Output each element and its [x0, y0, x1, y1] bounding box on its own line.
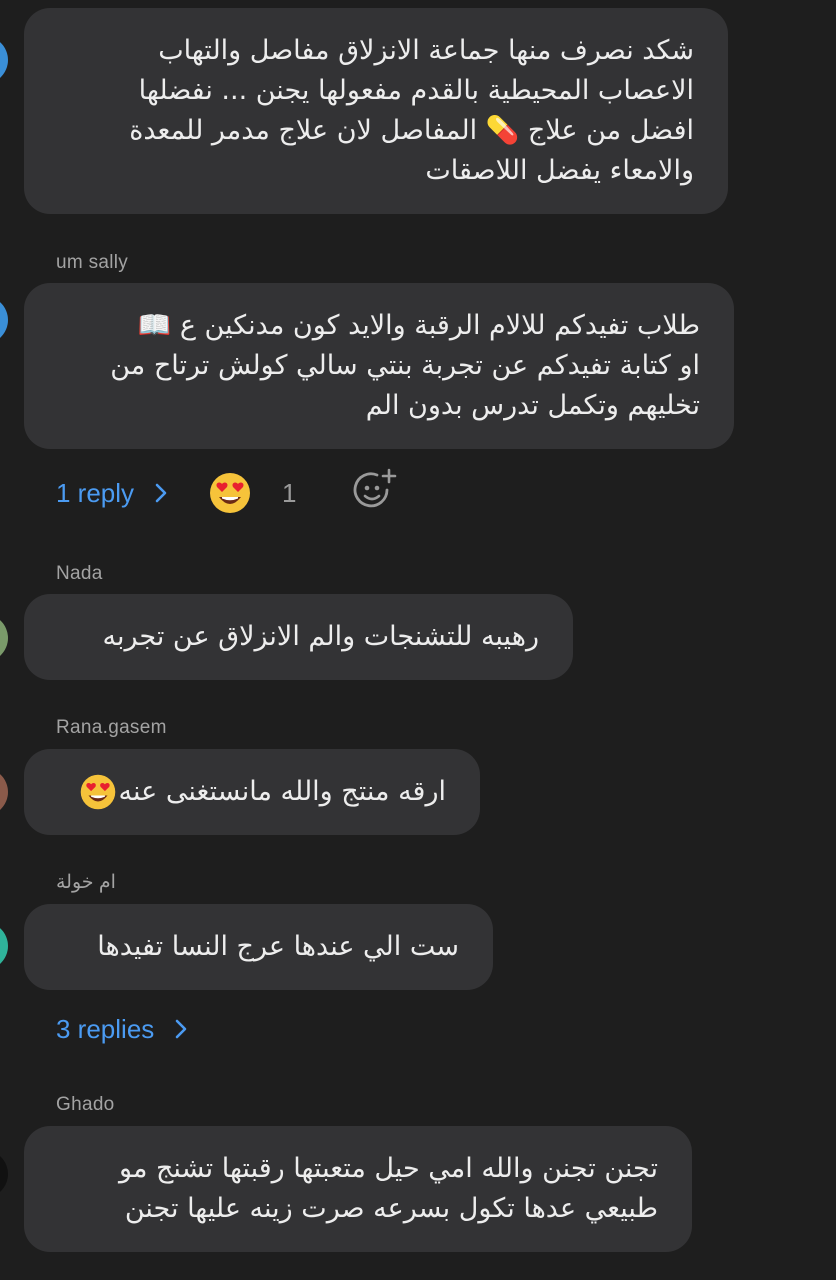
reaction-chip[interactable]: 1: [208, 471, 297, 515]
comment-author[interactable]: Rana.gasem: [56, 717, 167, 739]
heart-eyes-emoji-icon: [80, 774, 115, 810]
comment-bubble[interactable]: ست الي عندها عرج النسا تفيدها: [24, 904, 493, 990]
heart-eyes-emoji-icon: [210, 473, 251, 513]
reaction-count: 1: [282, 477, 297, 508]
add-reaction-icon: [353, 468, 396, 508]
comment-text: تجنن تجنن والله امي حيل متعبتها رقبتها ت…: [119, 1153, 658, 1224]
avatar[interactable]: [0, 922, 8, 970]
comment-bubble[interactable]: ارقه منتج والله مانستغنى عنه: [24, 749, 480, 835]
comment-actions: 3 replies: [56, 1006, 188, 1052]
comment-text: ارقه منتج والله مانستغنى عنه: [118, 776, 446, 807]
view-replies-link[interactable]: 1 reply: [56, 478, 168, 509]
comment-text: ست الي عندها عرج النسا تفيدها: [97, 931, 459, 962]
comment-author[interactable]: Ghado: [56, 1094, 115, 1116]
comment-bubble[interactable]: رهيبه للتشنجات والم الانزلاق عن تجربه: [24, 594, 573, 680]
reply-count-label: 1 reply: [56, 477, 135, 508]
avatar[interactable]: [0, 36, 8, 84]
avatar[interactable]: [0, 614, 8, 662]
view-replies-link[interactable]: 3 replies: [56, 1014, 188, 1045]
avatar[interactable]: [0, 296, 8, 344]
comment-bubble[interactable]: طلاب تفيدكم للالام الرقبة والايد كون مدن…: [24, 283, 734, 449]
avatar[interactable]: [0, 1150, 8, 1198]
add-reaction-button[interactable]: [353, 468, 399, 518]
comment-bubble[interactable]: تجنن تجنن والله امي حيل متعبتها رقبتها ت…: [24, 1126, 692, 1252]
comment-author[interactable]: Nada: [56, 563, 103, 585]
reply-count-label: 3 replies: [56, 1013, 155, 1044]
comment-actions: 1 reply 1: [56, 468, 399, 518]
avatar[interactable]: [0, 768, 8, 816]
comment-bubble[interactable]: شكد نصرف منها جماعة الانزلاق مفاصل والته…: [24, 8, 728, 214]
chevron-right-icon: [175, 1019, 187, 1039]
comment-text: رهيبه للتشنجات والم الانزلاق عن تجربه: [102, 621, 539, 652]
comment-text: طلاب تفيدكم للالام الرقبة والايد كون مدن…: [110, 310, 700, 421]
comment-author[interactable]: um sally: [56, 252, 128, 274]
comment-text: شكد نصرف منها جماعة الانزلاق مفاصل والته…: [129, 35, 694, 186]
chevron-right-icon: [155, 483, 167, 503]
comment-author[interactable]: ام خولة: [56, 871, 116, 894]
